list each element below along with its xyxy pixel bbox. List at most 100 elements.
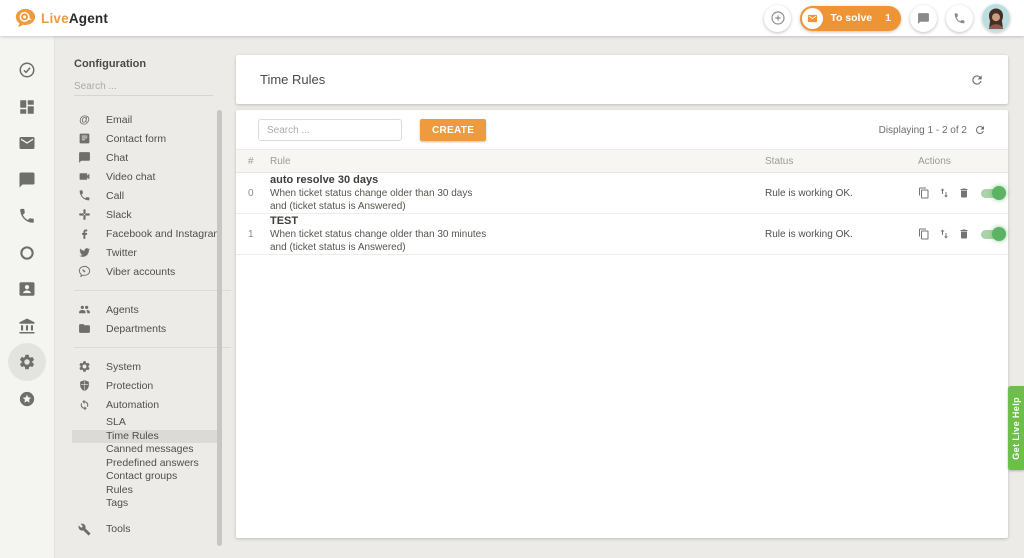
sidebar-item-viber[interactable]: Viber accounts [56, 262, 231, 281]
time-rules-panel: CREATE Displaying 1 - 2 of 2 # Rule Stat… [236, 110, 1008, 538]
sidebar-item-chat[interactable]: Chat [56, 148, 231, 167]
sidebar-item-automation[interactable]: Automation [56, 395, 231, 414]
sidebar-channels: @ Email Contact form Chat Video chat [56, 110, 231, 281]
reorder-rule-button[interactable] [938, 187, 950, 199]
copy-icon [918, 187, 930, 199]
sidebar-item-label: Protection [106, 380, 153, 392]
sidebar-item-departments[interactable]: Departments [56, 319, 231, 338]
liveagent-logo[interactable]: LiveAgent [14, 7, 108, 29]
star-circle-icon [18, 390, 36, 408]
sidebar-subitem-contact-groups[interactable]: Contact groups [56, 470, 231, 484]
sidebar-system: System Protection Automation [56, 357, 231, 414]
agents-icon [78, 303, 91, 316]
get-live-help-tab[interactable]: Get Live Help [1008, 386, 1024, 470]
sidebar-item-slack[interactable]: Slack [56, 205, 231, 224]
sidebar-item-label: Tools [106, 523, 131, 535]
call-icon [78, 189, 91, 202]
top-bar: LiveAgent To solve 1 [0, 0, 1024, 36]
sidebar-subitem-tags[interactable]: Tags [56, 497, 231, 511]
dashboard-icon [18, 98, 36, 116]
automation-subitems: SLA Time Rules Canned messages Predefine… [56, 416, 231, 511]
liveagent-bubble-icon [14, 7, 36, 29]
rule-condition-line1: When ticket status change older than 30 … [270, 187, 765, 200]
sidebar-subitem-rules[interactable]: Rules [56, 484, 231, 498]
rail-item-billing[interactable] [8, 314, 46, 338]
delete-rule-button[interactable] [958, 228, 970, 240]
liveagent-app: LiveAgent To solve 1 [0, 0, 1024, 558]
delete-rule-button[interactable] [958, 187, 970, 199]
rule-status: Rule is working OK. [765, 188, 918, 199]
rule-number: 0 [248, 188, 260, 199]
slack-icon [78, 208, 91, 221]
video-chat-icon [78, 170, 91, 183]
sidebar-item-twitter[interactable]: Twitter [56, 243, 231, 262]
sidebar-item-contact-form[interactable]: Contact form [56, 129, 231, 148]
rail-item-dashboard[interactable] [8, 95, 46, 119]
add-new-button[interactable] [764, 5, 791, 32]
sidebar-item-video-chat[interactable]: Video chat [56, 167, 231, 186]
to-solve-button[interactable]: To solve 1 [800, 6, 901, 31]
rail-item-contacts[interactable] [8, 277, 46, 301]
column-header-num: # [248, 156, 260, 167]
sidebar-subitem-time-rules[interactable]: Time Rules [72, 430, 222, 444]
mail-icon [18, 134, 36, 152]
to-solve-envelope-badge [802, 8, 823, 29]
sidebar-item-protection[interactable]: Protection [56, 376, 231, 395]
rule-enabled-toggle[interactable] [981, 230, 1004, 239]
rule-actions [918, 228, 1004, 240]
sidebar-title: Configuration [74, 58, 231, 70]
rail-item-calls[interactable] [8, 204, 46, 228]
sidebar-item-call[interactable]: Call [56, 186, 231, 205]
gear-icon [18, 353, 36, 371]
phone-icon [18, 207, 36, 225]
envelope-icon [807, 13, 818, 24]
sidebar-search-input[interactable] [74, 78, 213, 96]
sidebar-divider [74, 290, 231, 291]
calls-button[interactable] [946, 5, 973, 32]
icon-rail [0, 36, 55, 558]
at-icon: @ [78, 113, 91, 126]
rail-item-ring-groups[interactable] [8, 241, 46, 265]
sidebar-subitem-sla[interactable]: SLA [56, 416, 231, 430]
copy-icon [918, 228, 930, 240]
rules-search-input[interactable] [258, 119, 402, 141]
table-row[interactable]: 1 TEST When ticket status change older t… [236, 214, 1008, 255]
chat-bubble-icon [18, 171, 36, 189]
rail-item-gamification[interactable] [8, 387, 46, 411]
sidebar-item-label: Facebook and Instagram [106, 228, 222, 240]
user-avatar[interactable] [982, 4, 1010, 32]
rule-enabled-toggle[interactable] [981, 189, 1004, 198]
page-refresh-button[interactable] [970, 73, 984, 87]
sidebar-item-facebook-instagram[interactable]: Facebook and Instagram [56, 224, 231, 243]
chat-icon [78, 151, 91, 164]
copy-rule-button[interactable] [918, 228, 930, 240]
chats-button[interactable] [910, 5, 937, 32]
rail-item-resolved[interactable] [8, 58, 46, 82]
reorder-rule-button[interactable] [938, 228, 950, 240]
bank-icon [18, 317, 36, 335]
sidebar-item-tools[interactable]: Tools [56, 520, 231, 539]
sidebar-subitem-predefined-answers[interactable]: Predefined answers [56, 457, 231, 471]
rail-item-chats[interactable] [8, 168, 46, 192]
list-refresh-button[interactable] [974, 124, 986, 136]
configuration-sidebar: Configuration @ Email Contact form Chat [56, 36, 231, 558]
table-row[interactable]: 0 auto resolve 30 days When ticket statu… [236, 173, 1008, 214]
sidebar-item-agents[interactable]: Agents [56, 300, 231, 319]
sidebar-subitem-canned-messages[interactable]: Canned messages [56, 443, 231, 457]
to-solve-count: 1 [879, 12, 891, 24]
sidebar-item-email[interactable]: @ Email [56, 110, 231, 129]
sidebar-item-label: Contact form [106, 133, 166, 145]
sidebar-scrollbar[interactable] [217, 110, 222, 546]
rule-cell: auto resolve 30 days When ticket status … [260, 173, 765, 213]
create-button[interactable]: CREATE [420, 119, 486, 141]
rule-status: Rule is working OK. [765, 229, 918, 240]
copy-rule-button[interactable] [918, 187, 930, 199]
rail-item-settings[interactable] [8, 343, 46, 381]
sidebar-item-label: System [106, 361, 141, 373]
sidebar-item-label: Chat [106, 152, 128, 164]
sidebar-item-label: Email [106, 114, 132, 126]
sort-arrows-icon [938, 228, 950, 240]
rail-item-tickets[interactable] [8, 131, 46, 155]
sidebar-item-system[interactable]: System [56, 357, 231, 376]
page-title: Time Rules [260, 72, 325, 87]
